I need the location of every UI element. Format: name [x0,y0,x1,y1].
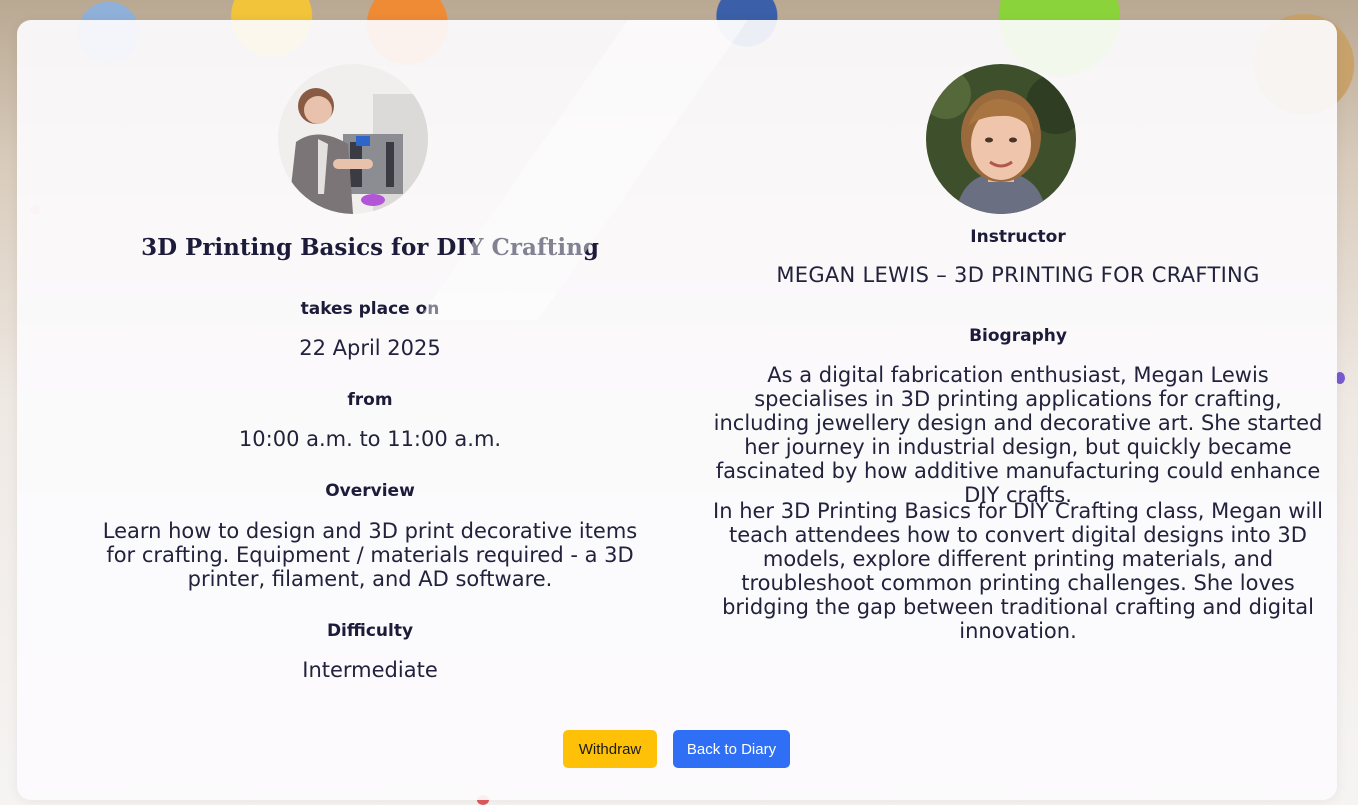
class-image [278,64,428,214]
biography-label: Biography [969,326,1067,346]
class-difficulty: Intermediate [302,658,438,682]
instructor-avatar [926,64,1076,214]
time-label: from [347,390,393,410]
class-details-card: 3D Printing Basics for DIY Crafting take… [17,20,1337,800]
instructor-label: Instructor [970,227,1066,247]
overview-label: Overview [325,481,415,501]
biography-paragraph: As a digital fabrication enthusiast, Meg… [713,363,1323,507]
class-photo-illustration [278,64,428,214]
biography-paragraph: In her 3D Printing Basics for DIY Crafti… [713,499,1323,643]
class-date: 22 April 2025 [299,336,441,360]
withdraw-button[interactable]: Withdraw [563,730,657,768]
difficulty-label: Difficulty [326,621,414,641]
class-overview: Learn how to design and 3D print decorat… [102,519,638,591]
class-time: 10:00 a.m. to 11:00 a.m. [238,427,502,451]
instructor-name: MEGAN LEWIS – 3D PRINTING FOR CRAFTING [776,263,1260,287]
date-label: takes place on [300,299,440,319]
class-title: 3D Printing Basics for DIY Crafting [141,234,599,261]
back-to-diary-button[interactable]: Back to Diary [673,730,790,768]
instructor-portrait [926,64,1076,214]
